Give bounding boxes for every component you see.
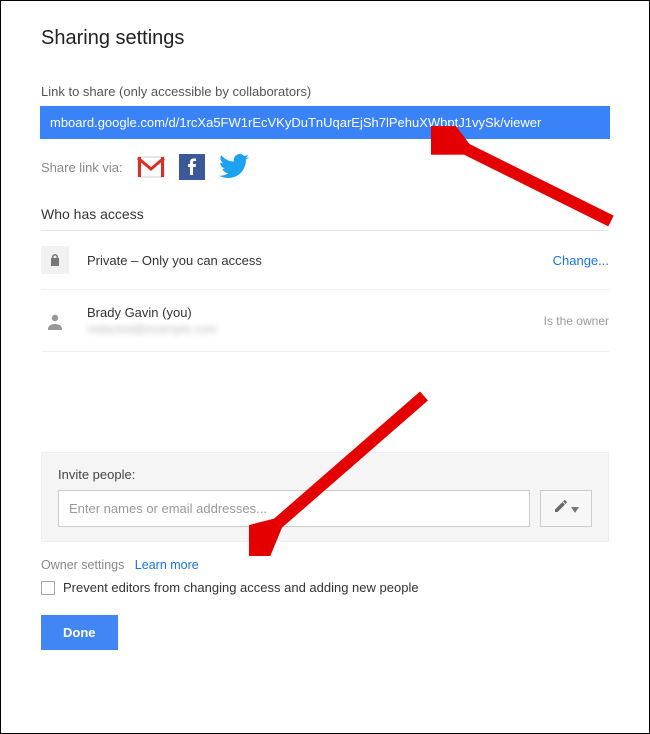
permission-dropdown-button[interactable] xyxy=(540,490,592,527)
prevent-editors-checkbox[interactable] xyxy=(41,581,55,595)
owner-name-block: Brady Gavin (you) redacted@example.com xyxy=(87,305,544,336)
share-via-row: Share link via: xyxy=(41,154,609,180)
owner-name: Brady Gavin (you) xyxy=(87,305,544,320)
access-row-privacy: Private – Only you can access Change... xyxy=(41,231,609,290)
privacy-text: Private – Only you can access xyxy=(87,253,553,268)
gmail-icon[interactable] xyxy=(137,156,165,178)
learn-more-link[interactable]: Learn more xyxy=(135,558,199,572)
owner-settings-label: Owner settings xyxy=(41,558,124,572)
owner-role-label: Is the owner xyxy=(544,314,609,328)
facebook-icon[interactable] xyxy=(179,154,205,180)
lock-icon xyxy=(41,246,69,274)
link-to-share-label: Link to share (only accessible by collab… xyxy=(41,84,609,99)
done-button[interactable]: Done xyxy=(41,615,118,650)
invite-panel: Invite people: xyxy=(41,452,609,542)
change-link[interactable]: Change... xyxy=(553,253,609,268)
dialog-title: Sharing settings xyxy=(41,27,609,50)
owner-email: redacted@example.com xyxy=(87,322,544,336)
access-row-owner: Brady Gavin (you) redacted@example.com I… xyxy=(41,290,609,352)
person-icon xyxy=(41,307,69,335)
sharing-settings-dialog: Sharing settings Link to share (only acc… xyxy=(0,0,650,734)
pencil-icon xyxy=(554,499,568,518)
who-has-access-heading: Who has access xyxy=(41,206,609,231)
owner-settings-row: Owner settings Learn more xyxy=(41,558,609,572)
share-url-input[interactable]: mboard.google.com/d/1rcXa5FW1rEcVKyDuTnU… xyxy=(41,107,609,138)
chevron-down-icon xyxy=(571,500,579,518)
share-via-label: Share link via: xyxy=(41,160,123,175)
twitter-icon[interactable] xyxy=(219,154,249,180)
invite-input[interactable] xyxy=(58,490,530,527)
prevent-editors-label: Prevent editors from changing access and… xyxy=(63,580,419,595)
invite-heading: Invite people: xyxy=(58,467,592,482)
prevent-editors-row: Prevent editors from changing access and… xyxy=(41,580,609,595)
